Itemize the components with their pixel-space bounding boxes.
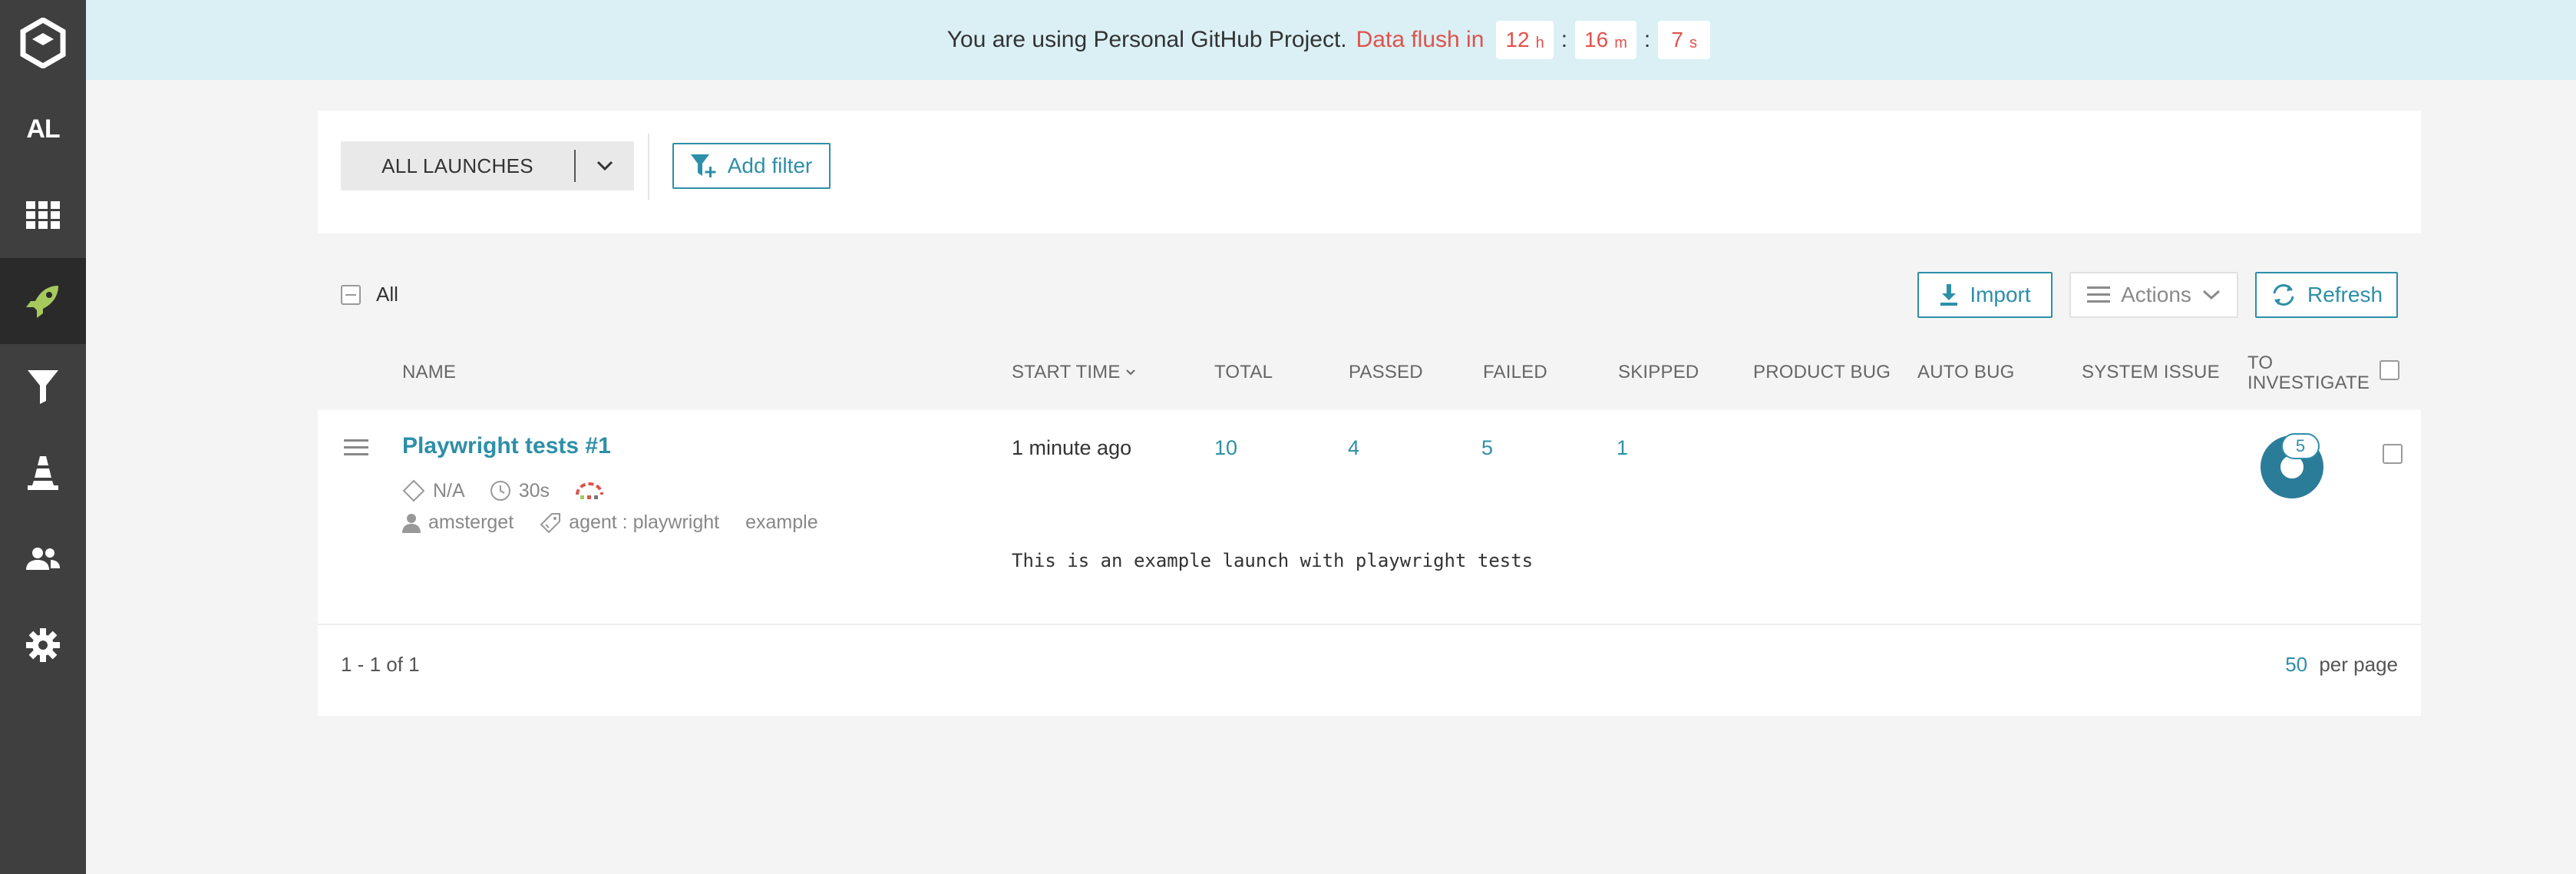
time-separator: : — [1643, 27, 1651, 52]
divider — [648, 134, 649, 200]
sidebar-item-launches[interactable] — [0, 258, 86, 344]
import-label: Import — [1970, 283, 2031, 306]
per-page-label: per page — [2319, 653, 2398, 676]
notification-banner: You are using Personal GitHub Project. D… — [86, 0, 2576, 80]
column-header-passed[interactable]: PASSED — [1349, 362, 1423, 383]
launches-filter-select[interactable]: ALL LAUNCHES — [341, 141, 634, 190]
to-investigate-count[interactable]: 5 — [2281, 433, 2320, 459]
column-header-start-time[interactable]: START TIME — [1012, 362, 1136, 383]
per-page-value[interactable]: 50 — [2285, 653, 2307, 676]
rocket-icon — [26, 286, 58, 318]
column-header-product-bug[interactable]: PRODUCT BUG — [1753, 362, 1891, 383]
column-header-auto-bug[interactable]: AUTO BUG — [1917, 362, 2015, 383]
pagination-range: 1 - 1 of 1 — [341, 653, 420, 676]
import-button[interactable]: Import — [1917, 272, 2053, 318]
time-separator: : — [1560, 27, 1568, 52]
sidebar: AL — [0, 0, 86, 874]
rerun-icon — [576, 482, 603, 499]
dashboard-grid-icon — [26, 201, 60, 229]
launch-owner[interactable]: amsterget — [402, 511, 514, 534]
row-checkbox[interactable] — [2383, 444, 2403, 464]
add-filter-icon — [690, 154, 716, 177]
cone-icon — [28, 456, 58, 490]
launch-attributes: amsterget agent : playwright example — [402, 511, 844, 534]
menu-icon[interactable] — [344, 439, 368, 460]
flush-seconds: 7 s — [1658, 21, 1711, 59]
diamond-icon — [402, 479, 425, 502]
project-abbr: AL — [26, 114, 60, 144]
tag-icon — [540, 512, 561, 533]
launch-duration: 30s — [490, 480, 550, 502]
actions-label: Actions — [2121, 283, 2191, 306]
filter-icon — [28, 370, 58, 404]
project-selector[interactable]: AL — [0, 86, 86, 172]
clock-icon — [490, 481, 510, 501]
launch-start-time: 1 minute ago — [1012, 436, 1132, 459]
column-header-skipped[interactable]: SKIPPED — [1618, 362, 1699, 383]
launch-passed-link[interactable]: 4 — [1348, 436, 1359, 460]
per-page-selector[interactable]: 50 per page — [2285, 653, 2398, 677]
refresh-icon — [2273, 284, 2294, 306]
sidebar-item-filters[interactable] — [0, 344, 86, 430]
launch-mode — [574, 482, 605, 499]
logo[interactable] — [0, 0, 86, 86]
launch-meta: N/A 30s — [402, 479, 629, 502]
column-header-failed[interactable]: FAILED — [1483, 362, 1547, 383]
flush-minutes: 16 m — [1575, 21, 1636, 59]
sidebar-item-members[interactable] — [0, 516, 86, 602]
members-icon — [26, 548, 60, 570]
sidebar-item-dashboards[interactable] — [0, 172, 86, 258]
attribute-tag[interactable]: agent : playwright — [540, 511, 719, 534]
flush-label: Data flush in — [1356, 27, 1485, 52]
column-header-system-issue[interactable]: SYSTEM ISSUE — [2082, 362, 2220, 383]
launch-description: This is an example launch with playwrigh… — [1012, 550, 1534, 571]
sort-desc-icon — [1125, 369, 1135, 376]
launches-filter-label: ALL LAUNCHES — [381, 154, 533, 177]
refresh-button[interactable]: Refresh — [2255, 272, 2398, 318]
column-header-total[interactable]: TOTAL — [1214, 362, 1273, 383]
sidebar-item-settings[interactable] — [0, 602, 86, 688]
add-filter-button[interactable]: Add filter — [672, 143, 831, 189]
column-header-name[interactable]: NAME — [402, 362, 456, 383]
actions-dropdown[interactable]: Actions — [2069, 272, 2238, 318]
filter-panel: ALL LAUNCHES Add filter — [318, 111, 2421, 233]
launch-skipped-link[interactable]: 1 — [1617, 436, 1628, 460]
user-icon — [402, 513, 421, 533]
gear-icon — [26, 628, 60, 662]
select-all-checkbox[interactable] — [341, 285, 361, 305]
chevron-down-icon — [2202, 290, 2220, 300]
download-icon — [1940, 284, 1958, 306]
add-filter-label: Add filter — [727, 154, 813, 177]
flush-hours: 12 h — [1496, 21, 1554, 59]
column-checkbox[interactable] — [2379, 360, 2399, 380]
launch-name-link[interactable]: Playwright tests #1 — [402, 433, 611, 459]
banner-message: You are using Personal GitHub Project. — [946, 27, 1347, 52]
report-portal-logo-icon — [20, 18, 66, 68]
select-all-label: All — [376, 283, 398, 306]
launch-total-link[interactable]: 10 — [1214, 436, 1237, 460]
column-header-to-investigate[interactable]: TO INVESTIGATE — [2247, 353, 2370, 393]
attribute-tag[interactable]: example — [745, 511, 818, 534]
launches-table: Playwright tests #1 N/A 30s amsterget ag… — [318, 410, 2421, 716]
divider — [318, 624, 2421, 625]
refresh-label: Refresh — [2307, 283, 2383, 306]
launch-version: N/A — [402, 479, 465, 502]
chevron-down-icon[interactable] — [576, 161, 634, 171]
launch-failed-link[interactable]: 5 — [1481, 436, 1493, 460]
list-icon — [2087, 286, 2111, 303]
sidebar-item-debug[interactable] — [0, 430, 86, 516]
